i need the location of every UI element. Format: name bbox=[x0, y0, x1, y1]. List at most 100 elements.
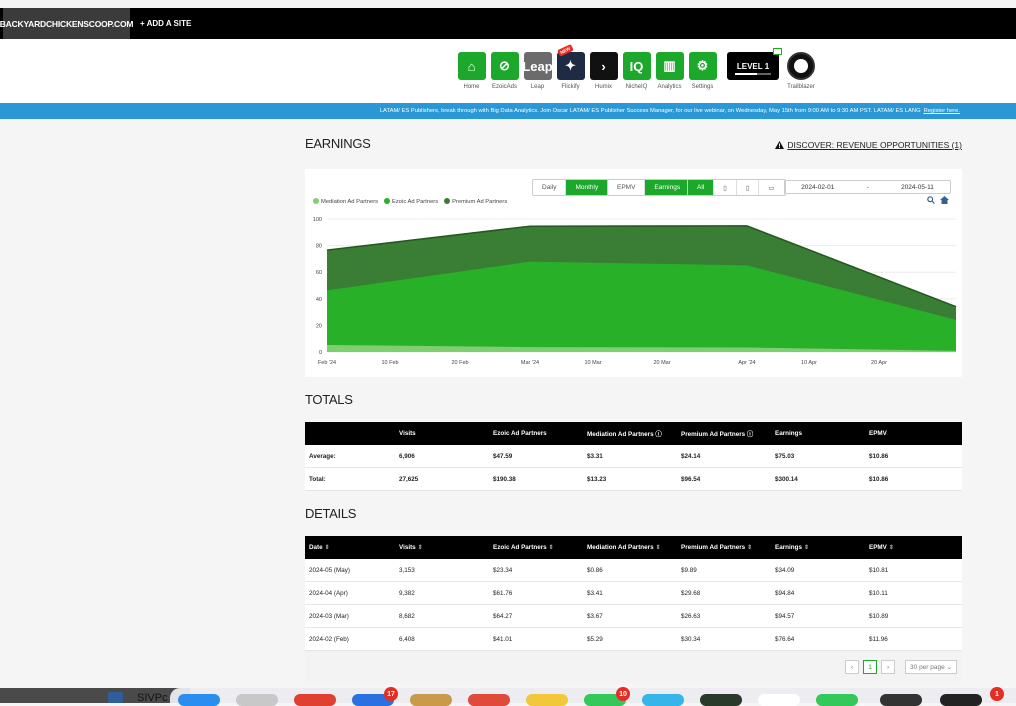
legend-swatch bbox=[313, 198, 319, 204]
analytics-icon: ▥ bbox=[655, 52, 684, 80]
document-icon[interactable] bbox=[108, 692, 123, 703]
dock-app-icon[interactable] bbox=[468, 694, 510, 706]
column-header[interactable]: Ezoic Ad Partners ⇕ bbox=[493, 544, 587, 551]
next-page-button[interactable]: › bbox=[881, 660, 896, 674]
sort-icon[interactable]: ⇕ bbox=[325, 545, 330, 551]
sort-icon[interactable]: ⇕ bbox=[747, 545, 752, 551]
table-cell: $75.03 bbox=[775, 452, 795, 460]
table-cell: 2024-02 (Feb) bbox=[309, 635, 349, 643]
date-range-input[interactable]: 2024-02-01 - 2024-05-11 bbox=[784, 180, 951, 194]
level-label: LEVEL 1 bbox=[736, 61, 770, 71]
legend-swatch bbox=[444, 198, 451, 204]
nav-item-label: NicheIQ bbox=[625, 84, 648, 90]
monthly-button[interactable]: Monthly bbox=[566, 180, 609, 195]
level-badge[interactable]: LEVEL 1 bbox=[727, 48, 782, 80]
legend-item[interactable]: Mediation Ad Partners bbox=[313, 198, 378, 205]
table-row: 2024-04 (Apr) 9,382 $61.76 $3.41 $29.68 $94.8… bbox=[305, 582, 962, 605]
nav-item-ezoicads[interactable]: ⊘ EzoicAds bbox=[490, 52, 519, 90]
nav-item-flickify[interactable]: ✦ NEW Flickify bbox=[556, 44, 585, 90]
table-cell: $10.89 bbox=[869, 612, 889, 620]
details-table: Date ⇕ Visits ⇕ Ezoic Ad Partners ⇕ Mediation … bbox=[305, 536, 962, 683]
trailblazer-profile[interactable]: Trailblazer bbox=[787, 52, 815, 90]
column-header[interactable]: EPMV ⇕ bbox=[869, 544, 962, 551]
dock-app-icon[interactable] bbox=[940, 694, 982, 706]
x-tick-label: Apr '24 bbox=[738, 360, 755, 366]
column-header[interactable]: Premium Ad Partners ⇕ bbox=[681, 544, 775, 551]
nav-item-settings[interactable]: ⚙ Settings bbox=[688, 52, 717, 90]
dock-app-icon[interactable] bbox=[700, 694, 742, 706]
sort-icon[interactable]: ⇕ bbox=[418, 545, 423, 551]
x-tick-label: Feb '24 bbox=[318, 360, 336, 366]
column-header[interactable]: Date ⇕ bbox=[305, 544, 399, 551]
dock-app-icon[interactable] bbox=[642, 694, 684, 706]
column-header[interactable]: Visits ⇕ bbox=[399, 544, 493, 551]
reset-home-icon[interactable] bbox=[940, 196, 949, 204]
site-selector[interactable]: BACKYARDCHICKENSCOOP.COM bbox=[0, 8, 133, 39]
tablet-icon[interactable]: ▯ bbox=[714, 180, 737, 195]
mail-icon[interactable] bbox=[773, 48, 782, 55]
table-cell: Average: bbox=[309, 452, 336, 460]
x-tick-label: 10 Feb bbox=[381, 360, 398, 366]
y-tick-label: 100 bbox=[313, 217, 322, 223]
sort-icon[interactable]: ⇕ bbox=[656, 545, 661, 551]
sort-icon[interactable]: ⇕ bbox=[549, 545, 554, 551]
dock-app-icon[interactable] bbox=[816, 694, 858, 706]
zoom-icon[interactable] bbox=[927, 196, 935, 204]
legend-item[interactable]: Ezoic Ad Partners bbox=[384, 198, 438, 205]
nav-item-label: Flickify bbox=[561, 84, 580, 90]
level-progress bbox=[735, 73, 771, 75]
sort-icon[interactable]: ⇕ bbox=[889, 545, 894, 551]
prev-page-button[interactable]: ‹ bbox=[845, 660, 860, 674]
nav-item-label: Leap bbox=[530, 84, 545, 90]
nav-items: ⌂ Home ⊘ EzoicAds Leap Leap ✦ NEW Flickify › Humix… bbox=[457, 44, 815, 90]
column-header: Earnings bbox=[775, 430, 869, 437]
register-link[interactable]: Register here. bbox=[924, 108, 960, 114]
dock-app-icon[interactable] bbox=[526, 694, 568, 706]
nav-item-analytics[interactable]: ▥ Analytics bbox=[655, 52, 684, 90]
dock-app-icon[interactable] bbox=[294, 694, 336, 706]
help-icon[interactable]: ⓘ bbox=[654, 431, 661, 438]
per-page-select[interactable]: 30 per page ⌄ bbox=[905, 660, 957, 674]
all-devices-button[interactable]: All bbox=[688, 180, 715, 195]
column-header[interactable]: Mediation Ad Partners ⇕ bbox=[587, 544, 681, 551]
epmv-button[interactable]: EPMV bbox=[608, 180, 646, 195]
x-tick-label: 10 Apr bbox=[801, 360, 817, 366]
table-cell: $10.86 bbox=[869, 452, 889, 460]
earnings-button[interactable]: Earnings bbox=[645, 180, 691, 195]
column-header-label: Mediation Ad Partners bbox=[587, 431, 654, 438]
column-header-label: EPMV bbox=[869, 430, 887, 437]
daily-button[interactable]: Daily bbox=[533, 180, 567, 195]
table-cell: $29.68 bbox=[681, 589, 701, 597]
nav-item-home[interactable]: ⌂ Home bbox=[457, 52, 486, 90]
trailblazer-label: Trailblazer bbox=[787, 84, 815, 90]
nav-item-nicheiq[interactable]: IQ NicheIQ bbox=[622, 52, 651, 90]
device-toggle: All ▯ ▯ ▭ bbox=[687, 179, 786, 196]
nav-item-humix[interactable]: › Humix bbox=[589, 52, 618, 90]
new-badge: NEW bbox=[556, 44, 573, 57]
page-number[interactable]: 1 bbox=[863, 660, 878, 674]
dock-app-icon[interactable] bbox=[178, 694, 220, 706]
notification-badge: 1 bbox=[990, 687, 1004, 701]
dock-app-icon[interactable] bbox=[880, 694, 922, 706]
help-icon[interactable]: ⓘ bbox=[745, 431, 753, 438]
dock-app-icon[interactable] bbox=[758, 694, 800, 706]
top-bar: BACKYARDCHICKENSCOOP.COM + ADD A SITE bbox=[0, 8, 1016, 39]
add-site-link[interactable]: + ADD A SITE bbox=[140, 8, 191, 39]
table-row: 2024-03 (Mar) 8,682 $64.27 $3.67 $26.63 $94.5… bbox=[305, 605, 962, 628]
legend-item[interactable]: Premium Ad Partners bbox=[444, 198, 507, 205]
avatar bbox=[787, 52, 815, 80]
mobile-icon[interactable]: ▯ bbox=[736, 180, 760, 195]
earnings-title: EARNINGS bbox=[305, 136, 371, 151]
table-header: Date ⇕ Visits ⇕ Ezoic Ad Partners ⇕ Mediation … bbox=[305, 536, 962, 559]
discover-link[interactable]: DISCOVER: REVENUE OPPORTUNITIES (1) bbox=[775, 140, 962, 150]
nav-item-label: Settings bbox=[691, 84, 714, 90]
nav-item-leap[interactable]: Leap Leap bbox=[522, 52, 553, 90]
sort-icon[interactable]: ⇕ bbox=[804, 545, 809, 551]
table-cell: 2024-05 (May) bbox=[309, 566, 350, 574]
dock-app-icon[interactable] bbox=[236, 694, 278, 706]
os-dock: SIVPc 17 10 1 bbox=[0, 687, 1016, 706]
column-header[interactable]: Earnings ⇕ bbox=[775, 544, 869, 551]
dock-app-icon[interactable] bbox=[410, 694, 452, 706]
table-cell: 3,153 bbox=[399, 566, 415, 574]
desktop-icon[interactable]: ▭ bbox=[759, 180, 785, 195]
